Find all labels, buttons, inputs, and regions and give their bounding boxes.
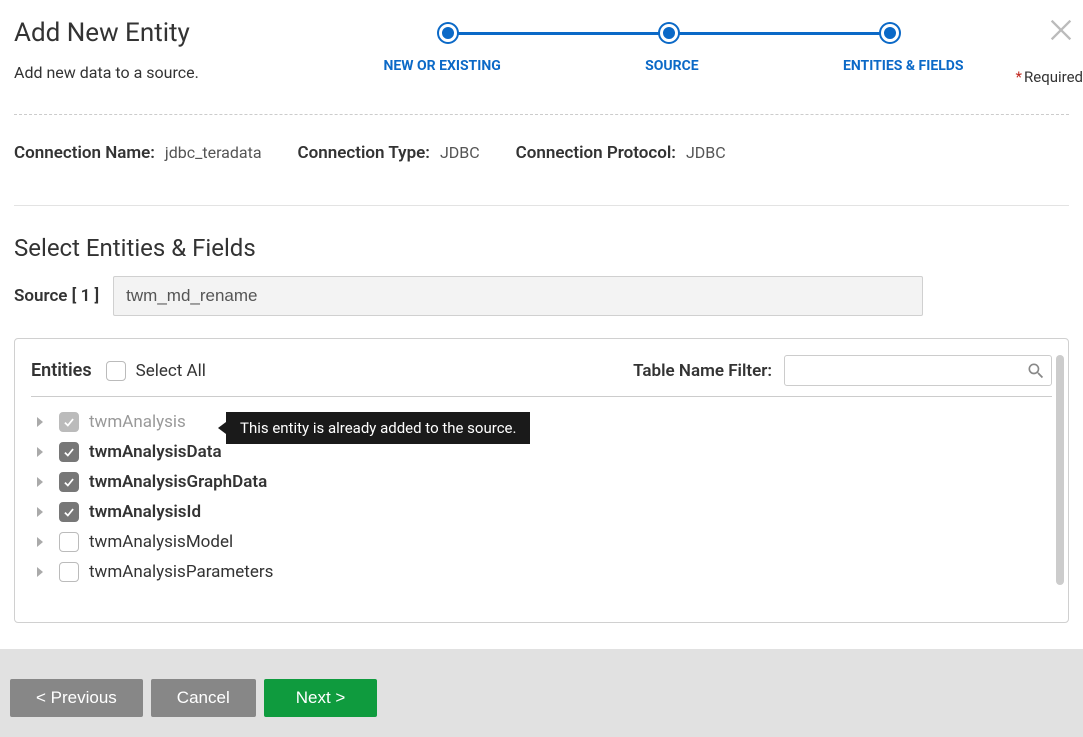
- filter-input[interactable]: [784, 355, 1052, 386]
- page-subtitle: Add new data to a source.: [14, 63, 254, 82]
- step-dot-3[interactable]: [881, 24, 899, 42]
- entity-row: twmAnalysisModel: [31, 527, 1052, 557]
- entity-name: twmAnalysisModel: [89, 532, 233, 552]
- close-icon[interactable]: [1047, 16, 1075, 44]
- select-all-label: Select All: [136, 361, 206, 381]
- select-all-checkbox[interactable]: [106, 361, 126, 381]
- wizard-steps: [439, 24, 899, 42]
- connection-protocol-label: Connection Protocol:: [516, 143, 676, 163]
- step-label-2: SOURCE: [645, 58, 699, 74]
- step-dot-1[interactable]: [439, 24, 457, 42]
- entity-row: twmAnalysisGraphData: [31, 467, 1052, 497]
- section-title: Select Entities & Fields: [0, 206, 1083, 276]
- entity-row: twmAnalysis: [31, 407, 1052, 437]
- expand-caret-icon[interactable]: [31, 413, 49, 431]
- entity-name: twmAnalysis: [89, 412, 186, 432]
- filter-label: Table Name Filter:: [633, 361, 772, 381]
- entity-name: twmAnalysisId: [89, 502, 201, 522]
- entity-row: twmAnalysisData: [31, 437, 1052, 467]
- connection-name-label: Connection Name:: [14, 143, 155, 163]
- entity-checkbox[interactable]: [59, 442, 79, 462]
- required-indicator: *Required: [1016, 68, 1083, 86]
- entity-name: twmAnalysisGraphData: [89, 472, 267, 492]
- step-label-3: ENTITIES & FIELDS: [843, 58, 964, 74]
- next-button[interactable]: Next >: [264, 679, 378, 717]
- entity-checkbox[interactable]: [59, 472, 79, 492]
- entity-checkbox: [59, 412, 79, 432]
- entity-name: twmAnalysisData: [89, 442, 222, 462]
- entity-checkbox[interactable]: [59, 532, 79, 552]
- expand-caret-icon[interactable]: [31, 533, 49, 551]
- search-icon[interactable]: [1026, 361, 1046, 381]
- previous-button[interactable]: < Previous: [10, 679, 143, 717]
- expand-caret-icon[interactable]: [31, 473, 49, 491]
- connection-type-value: JDBC: [440, 143, 480, 162]
- entity-name: twmAnalysisParameters: [89, 562, 273, 582]
- connection-name-value: jdbc_teradata: [165, 143, 262, 162]
- step-label-1: NEW OR EXISTING: [384, 58, 501, 74]
- entity-row: twmAnalysisParameters: [31, 557, 1052, 587]
- entity-row: twmAnalysisId: [31, 497, 1052, 527]
- connection-type-label: Connection Type:: [298, 143, 430, 163]
- expand-caret-icon[interactable]: [31, 503, 49, 521]
- cancel-button[interactable]: Cancel: [151, 679, 256, 717]
- expand-caret-icon[interactable]: [31, 443, 49, 461]
- entity-checkbox[interactable]: [59, 502, 79, 522]
- source-input: [113, 276, 923, 316]
- entity-checkbox[interactable]: [59, 562, 79, 582]
- connection-protocol-value: JDBC: [686, 143, 726, 162]
- entities-title: Entities: [31, 360, 92, 381]
- expand-caret-icon[interactable]: [31, 563, 49, 581]
- source-label: Source [ 1 ]: [14, 286, 99, 306]
- step-dot-2[interactable]: [660, 24, 678, 42]
- scrollbar[interactable]: [1056, 355, 1064, 585]
- entity-disabled-tooltip: This entity is already added to the sour…: [226, 412, 530, 444]
- page-title: Add New Entity: [14, 18, 254, 49]
